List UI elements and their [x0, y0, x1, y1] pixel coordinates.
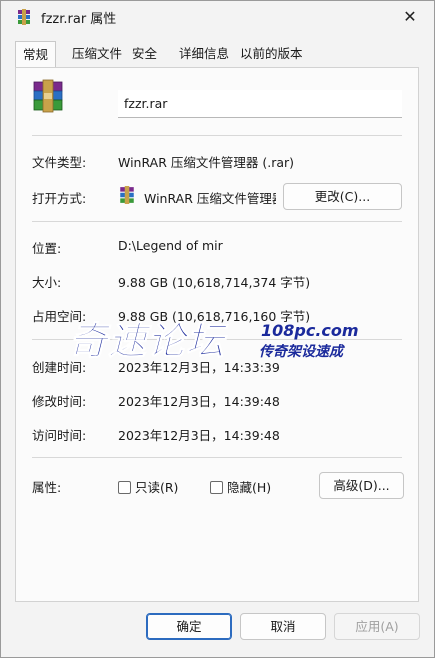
change-button[interactable]: 更改(C)...: [283, 183, 402, 210]
hidden-checkbox[interactable]: 隐藏(H): [210, 480, 271, 496]
open-with-label: 打开方式:: [32, 191, 87, 206]
file-name-input[interactable]: [118, 90, 402, 118]
modified-label: 修改时间:: [32, 394, 87, 409]
accessed-label: 访问时间:: [32, 428, 87, 443]
cancel-button[interactable]: 取消: [240, 613, 326, 640]
separator: [32, 457, 402, 458]
title-bar: fzzr.rar 属性 ✕: [1, 1, 434, 33]
open-with-value: WinRAR 压缩文件管理器: [144, 191, 276, 206]
winrar-small-icon: [120, 186, 134, 204]
separator: [32, 221, 402, 222]
size-value: 9.88 GB (10,618,714,374 字节): [118, 275, 311, 290]
hidden-label: 隐藏(H): [227, 480, 272, 495]
readonly-label: 只读(R): [135, 480, 179, 495]
watermark-url: 108pc.com: [261, 321, 359, 340]
checkbox-box[interactable]: [118, 481, 131, 494]
watermark-text: 奇速论坛: [68, 319, 226, 364]
location-value: D:\Legend of mir: [118, 238, 223, 253]
tab-details[interactable]: 详细信息: [179, 41, 229, 67]
winrar-archive-icon: [33, 79, 63, 113]
accessed-value: 2023年12月3日，14:39:48: [118, 428, 280, 443]
tab-security[interactable]: 安全: [132, 41, 157, 67]
separator: [32, 135, 402, 136]
file-type-label: 文件类型:: [32, 155, 87, 170]
modified-value: 2023年12月3日，14:39:48: [118, 394, 280, 409]
location-label: 位置:: [32, 241, 62, 256]
properties-window: fzzr.rar 属性 ✕ 常规 压缩文件 安全 详细信息 以前的版本 文件类型…: [0, 0, 435, 658]
watermark-subtitle: 传奇架设速成: [259, 344, 343, 360]
advanced-button[interactable]: 高级(D)...: [319, 472, 404, 499]
dialog-footer: 确定 取消 应用(A): [1, 602, 434, 657]
file-type-value: WinRAR 压缩文件管理器 (.rar): [118, 155, 295, 170]
tab-general[interactable]: 常规: [15, 41, 57, 69]
attributes-label: 属性:: [32, 480, 62, 495]
window-title: fzzr.rar 属性: [41, 12, 117, 27]
size-label: 大小:: [32, 275, 62, 290]
tab-archive[interactable]: 压缩文件: [72, 41, 122, 67]
apply-button[interactable]: 应用(A): [334, 613, 420, 640]
readonly-checkbox[interactable]: 只读(R): [118, 480, 178, 496]
checkbox-box[interactable]: [210, 481, 223, 494]
ok-button[interactable]: 确定: [146, 613, 232, 640]
close-icon[interactable]: ✕: [396, 4, 424, 30]
tab-previous-versions[interactable]: 以前的版本: [240, 41, 303, 67]
winrar-app-icon: [18, 9, 30, 25]
